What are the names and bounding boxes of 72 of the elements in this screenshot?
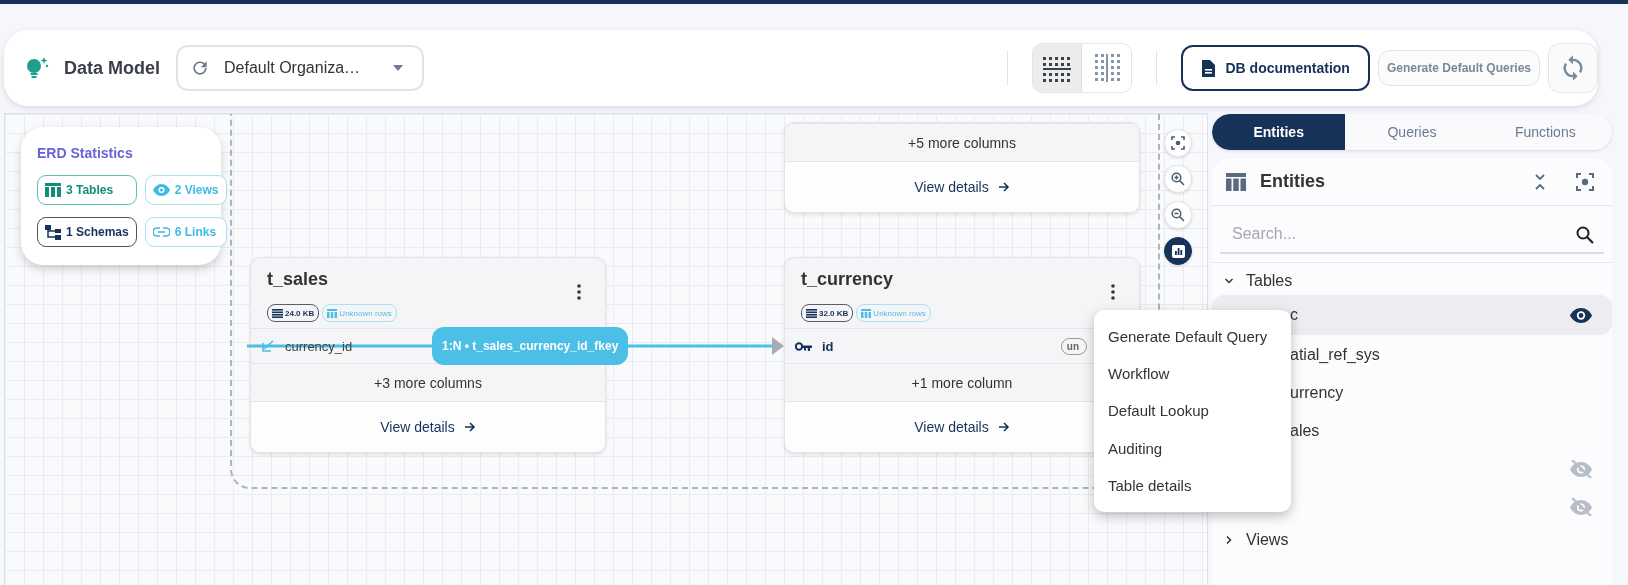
more-columns-label: +5 more columns [908, 134, 1016, 151]
vertical-layout-icon [1092, 53, 1122, 83]
generate-queries-button[interactable]: Generate Default Queries [1377, 50, 1540, 86]
focus-icon [1171, 136, 1185, 150]
search-icon [1576, 226, 1594, 244]
zoom-in-button[interactable] [1164, 165, 1192, 193]
foreign-key-icon [261, 340, 275, 352]
panel-title: Entities [1260, 171, 1325, 192]
chevron-icon [1224, 276, 1234, 286]
hierarchy-icon [45, 224, 61, 240]
menu-item[interactable]: Table details [1094, 467, 1291, 504]
link-icon [152, 227, 170, 237]
search-field[interactable]: Search... [1220, 216, 1604, 254]
sidebar-tab[interactable]: Functions [1478, 114, 1612, 150]
arrow-right-icon [463, 421, 476, 433]
zoom-out-icon [1171, 208, 1185, 222]
tables-chip: 3 Tables [37, 175, 137, 205]
app-title: Data Model [64, 57, 160, 79]
view-details-button[interactable]: View details [908, 175, 1016, 199]
horizontal-layout-button[interactable] [1033, 44, 1083, 92]
eye-icon [152, 184, 170, 196]
sidebar-tab[interactable]: Queries [1345, 114, 1479, 150]
table-name: t_currency [801, 269, 894, 290]
statistics-title: ERD Statistics [37, 145, 134, 161]
view-details-button[interactable]: View details [374, 415, 482, 439]
statistics-button[interactable] [1164, 237, 1192, 265]
rows-badge: Unknown rows [856, 304, 931, 322]
menu-item[interactable]: Auditing [1094, 430, 1291, 467]
table-name: t_sales [267, 269, 329, 290]
organization-select[interactable]: Default Organiza… [176, 45, 424, 91]
view-details-button[interactable]: View details [908, 415, 1016, 439]
more-columns-label: +1 more column [911, 374, 1013, 391]
caret-icon [392, 64, 404, 72]
table-icon [861, 308, 872, 318]
zoom-out-button[interactable] [1164, 201, 1192, 229]
tree-group[interactable]: Views [1212, 526, 1612, 554]
schemas-chip: 1 Schemas [37, 217, 137, 247]
more-options-icon[interactable] [577, 284, 581, 300]
more-columns-label: +3 more columns [374, 374, 482, 391]
collapse-all-icon[interactable] [1534, 173, 1546, 190]
fit-view-button[interactable] [1164, 129, 1192, 157]
views-chip: 2 Views [144, 175, 227, 205]
menu-item[interactable]: Default Lookup [1094, 392, 1291, 429]
documentation-button[interactable]: DB documentation [1181, 45, 1370, 91]
bar-chart-icon [1171, 244, 1185, 258]
links-chip: 6 Links [144, 217, 227, 247]
arrow-right-icon [997, 181, 1010, 193]
table-icon [45, 183, 61, 197]
size-badge: 32.0 KB [801, 304, 854, 322]
column-name: id [822, 338, 834, 354]
chevron-icon [1224, 535, 1234, 545]
eye-icon[interactable] [1570, 307, 1592, 323]
document-icon [1201, 59, 1216, 77]
more-options-icon[interactable] [1111, 284, 1115, 300]
table-icon [327, 308, 338, 318]
column-name: currency_id [285, 338, 353, 354]
zoom-in-icon [1171, 172, 1185, 186]
tree-group[interactable]: Tables [1212, 267, 1612, 295]
size-badge: 24.0 KB [267, 304, 320, 322]
relationship-label: 1:N • t_sales_currency_id_fkey [432, 327, 629, 365]
key-icon [795, 341, 812, 351]
lightbulb-icon [24, 55, 50, 81]
arrow-right-icon [997, 421, 1010, 433]
sidebar-tab[interactable]: Entities [1212, 114, 1346, 150]
table-icon [1226, 172, 1246, 191]
rows-badge: Unknown rows [322, 304, 397, 322]
focus-icon[interactable] [1576, 172, 1594, 191]
list-icon [806, 308, 817, 318]
refresh-icon [190, 58, 210, 78]
sync-button[interactable] [1548, 43, 1598, 93]
menu-item[interactable]: Workflow [1094, 355, 1291, 392]
list-icon [272, 308, 283, 318]
